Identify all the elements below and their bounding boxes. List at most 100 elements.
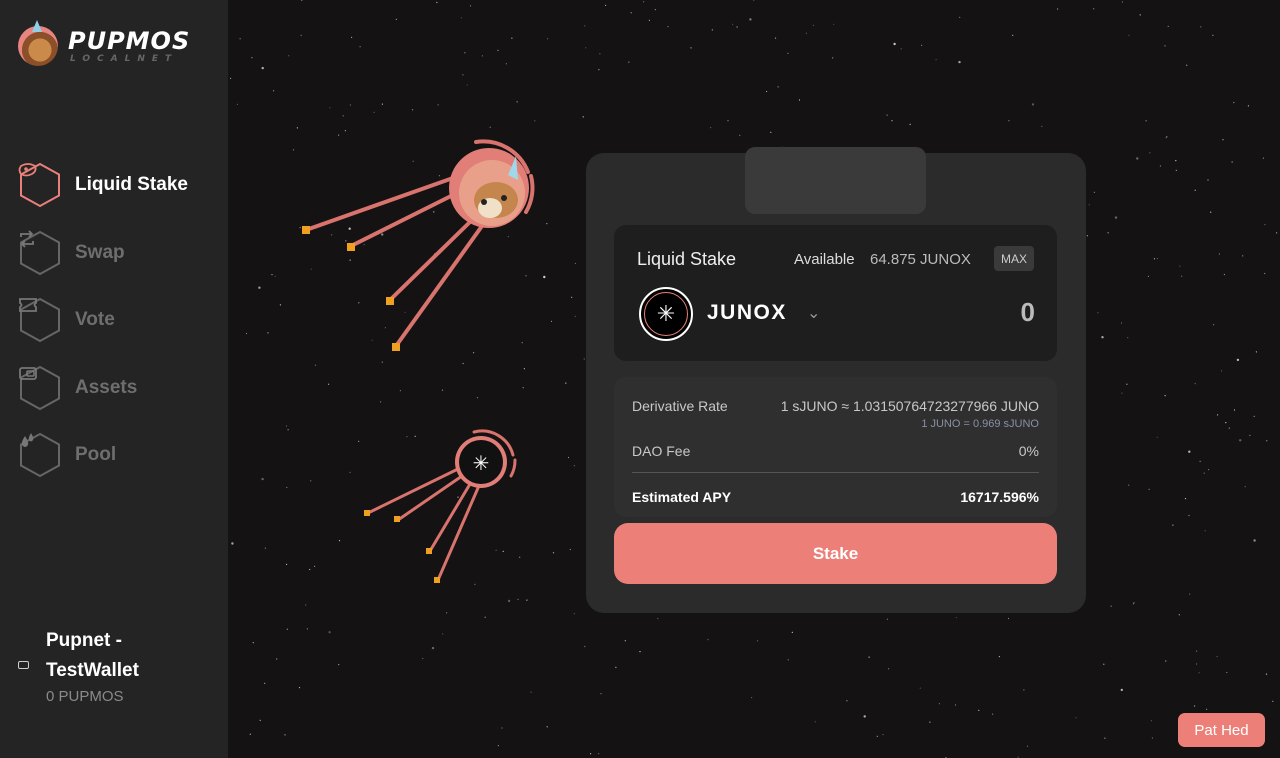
star xyxy=(1164,395,1166,397)
brand-logo[interactable]: PUPMOS LOCALNET xyxy=(18,20,190,66)
star xyxy=(395,18,397,20)
star xyxy=(998,656,1001,658)
star xyxy=(628,61,630,63)
dao-fee-label: DAO Fee xyxy=(632,443,691,459)
star xyxy=(955,616,957,619)
star xyxy=(710,127,712,129)
amount-input[interactable] xyxy=(915,297,1035,328)
star xyxy=(888,668,890,670)
star xyxy=(1266,440,1268,442)
chevron-down-icon[interactable]: ⌄ xyxy=(807,303,820,323)
star xyxy=(1264,272,1266,275)
star xyxy=(590,753,592,755)
star xyxy=(371,339,373,341)
star xyxy=(958,60,961,64)
star xyxy=(929,721,931,723)
star xyxy=(1147,275,1149,277)
star xyxy=(328,631,331,634)
juno-star-icon[interactable]: ✳ xyxy=(639,287,693,341)
stake-info-panel: Derivative Rate 1 sJUNO ≈ 1.031507647232… xyxy=(614,377,1057,517)
sidebar-item-pool[interactable]: Pool xyxy=(18,432,188,478)
max-button[interactable]: MAX xyxy=(994,246,1034,271)
star xyxy=(886,114,888,116)
star xyxy=(690,47,692,49)
star xyxy=(1107,232,1109,234)
sidebar-item-swap[interactable]: Swap xyxy=(18,229,188,276)
star xyxy=(358,440,360,442)
star xyxy=(1181,275,1183,277)
star xyxy=(1233,101,1235,104)
star xyxy=(935,59,937,61)
star xyxy=(1103,663,1105,665)
star xyxy=(1127,337,1129,339)
star xyxy=(657,617,659,620)
sidebar-item-label: Pool xyxy=(75,444,117,465)
star xyxy=(363,244,365,246)
star xyxy=(446,612,448,614)
star xyxy=(239,38,241,40)
star xyxy=(279,304,281,306)
star xyxy=(285,425,288,427)
token-selector[interactable]: JUNOX xyxy=(707,301,787,325)
star xyxy=(1226,671,1228,674)
star xyxy=(770,131,772,133)
star xyxy=(1041,125,1043,127)
star xyxy=(1175,160,1177,162)
sidebar-item-assets[interactable]: Assets xyxy=(18,365,188,411)
star xyxy=(462,74,464,76)
ticket-icon xyxy=(18,297,62,343)
star xyxy=(584,25,586,27)
star xyxy=(739,134,741,136)
star xyxy=(1156,258,1158,260)
star xyxy=(886,618,889,620)
star xyxy=(261,477,264,481)
star xyxy=(615,666,617,669)
star xyxy=(1075,717,1077,719)
star xyxy=(310,480,312,482)
star xyxy=(1149,152,1151,154)
star xyxy=(1194,383,1196,385)
star xyxy=(550,320,553,322)
star xyxy=(584,645,586,648)
star xyxy=(565,382,567,384)
star xyxy=(349,104,351,106)
star xyxy=(876,735,878,737)
star xyxy=(1104,737,1106,739)
star xyxy=(1151,737,1153,739)
star xyxy=(868,656,870,658)
sidebar-item-label: Liquid Stake xyxy=(75,174,188,195)
star xyxy=(476,397,479,399)
star xyxy=(766,90,768,93)
star xyxy=(547,38,549,40)
available-balance: 64.875 JUNOX xyxy=(870,251,971,268)
star xyxy=(954,704,957,706)
star xyxy=(639,651,641,653)
sidebar-item-vote[interactable]: Vote xyxy=(18,297,188,343)
drops-icon xyxy=(18,432,62,478)
star xyxy=(523,368,525,370)
star xyxy=(1228,427,1230,429)
star xyxy=(381,233,384,236)
star xyxy=(309,568,311,571)
star xyxy=(1126,383,1128,385)
pat-hed-button[interactable]: Pat Hed xyxy=(1178,713,1265,747)
star xyxy=(474,583,476,586)
star xyxy=(630,12,632,14)
stake-button[interactable]: Stake xyxy=(614,523,1057,584)
star xyxy=(711,29,713,31)
wallet-info[interactable]: Pupnet - TestWallet 0 PUPMOS xyxy=(18,626,186,705)
star xyxy=(791,631,793,634)
star xyxy=(1093,191,1095,193)
star xyxy=(436,1,438,4)
star xyxy=(1231,161,1233,163)
star xyxy=(1165,660,1167,662)
star xyxy=(502,550,504,553)
star xyxy=(1007,617,1010,620)
star xyxy=(231,542,234,545)
star xyxy=(1150,720,1152,722)
star xyxy=(1249,434,1251,436)
star xyxy=(1023,689,1025,691)
star xyxy=(1222,139,1224,141)
sidebar-item-liquid-stake[interactable]: Liquid Stake xyxy=(18,162,188,208)
divider xyxy=(632,472,1039,473)
